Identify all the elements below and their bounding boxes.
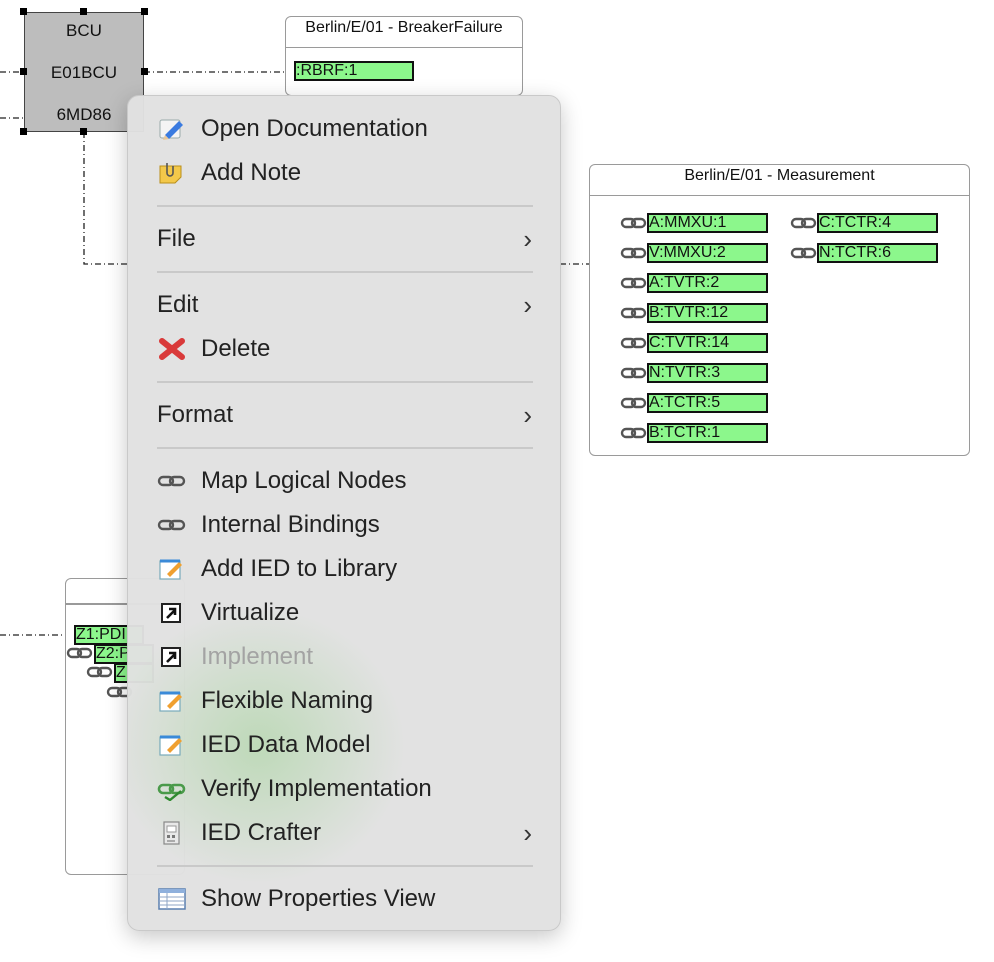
function-box-breaker-failure[interactable]: Berlin/E/01 - BreakerFailure :RBRF:1 bbox=[285, 16, 523, 96]
chain-link-icon bbox=[620, 307, 647, 319]
resize-handle-n[interactable] bbox=[80, 8, 87, 15]
logical-node[interactable]: V:MMXU:2 bbox=[647, 243, 768, 263]
chain-link-icon bbox=[620, 367, 647, 379]
chain-link-icon bbox=[620, 427, 647, 439]
menu-item-label: Map Logical Nodes bbox=[201, 467, 407, 494]
shortcut-arrow-icon bbox=[161, 603, 181, 623]
note-icon bbox=[159, 163, 182, 184]
chain-link-icon bbox=[157, 519, 186, 531]
context-menu: Open Documentation Add Note File › Edit … bbox=[127, 95, 561, 931]
menu-item-label: IED Data Model bbox=[201, 731, 371, 758]
menu-item-label: Show Properties View bbox=[201, 885, 436, 912]
logical-node[interactable]: A:MMXU:1 bbox=[647, 213, 768, 233]
menu-item-map-logical-nodes[interactable]: Map Logical Nodes bbox=[128, 459, 560, 503]
chain-link-icon bbox=[620, 397, 647, 409]
logical-node[interactable]: :RBRF:1 bbox=[294, 61, 414, 81]
chain-link-icon bbox=[620, 247, 647, 259]
menu-item-ied-crafter[interactable]: IED Crafter › bbox=[128, 811, 560, 855]
menu-item-add-ied-to-library[interactable]: Add IED to Library bbox=[128, 547, 560, 591]
logical-node[interactable]: C:TVTR:14 bbox=[647, 333, 768, 353]
resize-handle-ne[interactable] bbox=[141, 8, 148, 15]
device-icon bbox=[163, 821, 180, 845]
menu-item-virtualize[interactable]: Virtualize bbox=[128, 591, 560, 635]
menu-item-label: Delete bbox=[201, 335, 271, 362]
menu-item-label: Verify Implementation bbox=[201, 775, 432, 802]
menu-item-label: Edit bbox=[157, 291, 199, 318]
logical-node[interactable]: N:TVTR:3 bbox=[647, 363, 768, 383]
edit-pad-icon bbox=[159, 559, 182, 580]
resize-handle-e[interactable] bbox=[141, 68, 148, 75]
logical-node[interactable]: B:TCTR:1 bbox=[647, 423, 768, 443]
menu-separator bbox=[157, 271, 533, 273]
menu-item-label: File bbox=[157, 225, 196, 252]
submenu-chevron-icon: › bbox=[523, 290, 532, 320]
menu-item-open-documentation[interactable]: Open Documentation bbox=[128, 107, 560, 151]
menu-item-flexible-naming[interactable]: Flexible Naming bbox=[128, 679, 560, 723]
logical-node[interactable]: C:TCTR:4 bbox=[817, 213, 938, 233]
chain-link-icon bbox=[620, 217, 647, 229]
chain-link-icon bbox=[790, 217, 817, 229]
resize-handle-s[interactable] bbox=[80, 128, 87, 135]
menu-item-label: Virtualize bbox=[201, 599, 300, 626]
function-box-title: Berlin/E/01 - Measurement bbox=[590, 165, 969, 196]
resize-handle-w[interactable] bbox=[20, 68, 27, 75]
menu-item-label: Flexible Naming bbox=[201, 687, 374, 714]
menu-item-implement[interactable]: Implement bbox=[128, 635, 560, 679]
table-icon bbox=[158, 888, 186, 910]
logical-node[interactable]: N:TCTR:6 bbox=[817, 243, 938, 263]
menu-item-ied-data-model[interactable]: IED Data Model bbox=[128, 723, 560, 767]
menu-separator bbox=[157, 865, 533, 867]
menu-item-label: Add IED to Library bbox=[201, 555, 398, 582]
edit-pad-icon bbox=[159, 735, 182, 756]
menu-item-label: Add Note bbox=[201, 159, 302, 186]
pencil-icon bbox=[159, 119, 183, 140]
menu-item-label: Implement bbox=[201, 643, 314, 670]
menu-separator bbox=[157, 381, 533, 383]
chain-link-icon bbox=[66, 647, 93, 659]
menu-item-label: Internal Bindings bbox=[201, 511, 380, 538]
logical-node[interactable]: A:TVTR:2 bbox=[647, 273, 768, 293]
shortcut-arrow-icon bbox=[161, 647, 181, 667]
menu-item-label: Format bbox=[157, 401, 234, 428]
resize-handle-nw[interactable] bbox=[20, 8, 27, 15]
chain-link-icon bbox=[86, 666, 113, 678]
menu-separator bbox=[157, 447, 533, 449]
menu-item-edit[interactable]: Edit › bbox=[128, 283, 560, 327]
menu-item-label: IED Crafter bbox=[201, 819, 322, 846]
menu-item-label: Open Documentation bbox=[201, 115, 428, 142]
ied-model-label: 6MD86 bbox=[56, 105, 112, 124]
ied-name-label: E01BCU bbox=[50, 63, 118, 82]
menu-item-internal-bindings[interactable]: Internal Bindings bbox=[128, 503, 560, 547]
submenu-chevron-icon: › bbox=[523, 400, 532, 430]
chain-link-icon bbox=[620, 277, 647, 289]
logical-node[interactable]: A:TCTR:5 bbox=[647, 393, 768, 413]
red-x-icon bbox=[159, 338, 185, 360]
menu-item-file[interactable]: File › bbox=[128, 217, 560, 261]
chain-link-icon bbox=[157, 475, 186, 487]
menu-item-add-note[interactable]: Add Note bbox=[128, 151, 560, 195]
resize-handle-sw[interactable] bbox=[20, 128, 27, 135]
submenu-chevron-icon: › bbox=[523, 818, 532, 848]
menu-item-format[interactable]: Format › bbox=[128, 393, 560, 437]
submenu-chevron-icon: › bbox=[523, 224, 532, 254]
green-link-icon bbox=[157, 783, 186, 801]
menu-separator bbox=[157, 205, 533, 207]
menu-item-delete[interactable]: Delete bbox=[128, 327, 560, 371]
menu-item-verify-implementation[interactable]: Verify Implementation bbox=[128, 767, 560, 811]
edit-pad-icon bbox=[159, 691, 182, 712]
ied-node-e01bcu[interactable]: BCU E01BCU 6MD86 bbox=[24, 12, 144, 132]
chain-link-icon bbox=[620, 337, 647, 349]
function-box-title: Berlin/E/01 - BreakerFailure bbox=[286, 17, 522, 48]
menu-item-show-properties-view[interactable]: Show Properties View bbox=[128, 877, 560, 921]
logical-node[interactable]: B:TVTR:12 bbox=[647, 303, 768, 323]
chain-link-icon bbox=[790, 247, 817, 259]
ied-type-label: BCU bbox=[66, 21, 102, 40]
